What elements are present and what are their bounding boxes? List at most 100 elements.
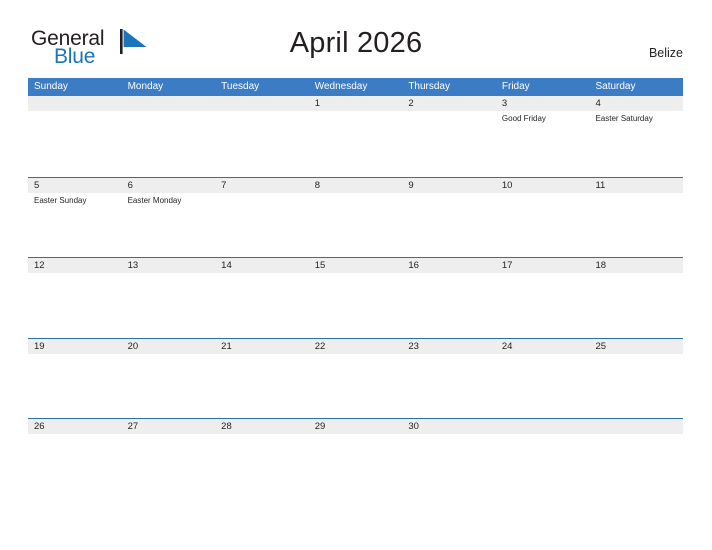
day-number: 20 — [127, 340, 139, 352]
calendar-week-cells: 5 Easter Sunday 6 Easter Monday 7 8 9 10 11 — [28, 178, 683, 258]
day-number: 4 — [595, 98, 601, 109]
day-number: 19 — [34, 340, 45, 352]
weekday-header-thursday: Thursday — [408, 81, 450, 92]
weekday-header-friday: Friday — [501, 81, 530, 92]
calendar-day-cell[interactable]: 13 — [122, 258, 216, 338]
day-events: Good Friday — [502, 111, 590, 124]
page-title: April 2026 — [289, 27, 423, 59]
calendar-day-cell[interactable]: 8 — [309, 178, 403, 258]
day-events — [502, 434, 590, 436]
calendar-day-cell[interactable]: 24 — [496, 339, 590, 419]
weekday-header-tuesday: Tuesday — [221, 81, 260, 92]
day-number: 18 — [595, 260, 607, 271]
page-header: General Blue April 2026 Belize — [0, 0, 712, 68]
calendar-week-cells: 12 13 14 15 16 17 18 — [28, 258, 683, 338]
day-number: 17 — [501, 260, 513, 271]
calendar-day-cell[interactable]: 2 — [402, 96, 496, 177]
day-number: 28 — [221, 421, 232, 432]
calendar-day-cell[interactable]: 26 — [28, 419, 122, 499]
day-events — [34, 111, 122, 113]
calendar-day-cell-empty — [122, 96, 216, 177]
day-number: 26 — [34, 421, 45, 432]
day-events — [315, 111, 403, 113]
calendar-day-cell[interactable]: 1 — [309, 96, 403, 177]
calendar-day-cell[interactable]: 7 — [215, 178, 309, 258]
calendar-day-cell[interactable]: 9 — [402, 178, 496, 258]
day-number: 6 — [127, 179, 133, 191]
calendar-week-row: 19 20 21 22 23 24 25 — [28, 337, 683, 419]
calendar-day-cell[interactable]: 15 — [309, 258, 403, 338]
day-number: 14 — [221, 260, 232, 271]
calendar-day-cell-empty — [496, 419, 590, 499]
calendar-day-cell[interactable]: 21 — [215, 339, 309, 419]
day-number: 30 — [408, 421, 419, 432]
calendar-day-cell[interactable]: 11 — [589, 178, 683, 258]
day-number: 23 — [408, 340, 419, 352]
calendar-day-cell[interactable]: 22 — [309, 339, 403, 419]
calendar-day-cell-empty — [215, 96, 309, 177]
weekday-header-monday: Monday — [127, 81, 164, 92]
calendar-day-cell[interactable]: 10 — [496, 178, 590, 258]
calendar-week-row: 12 13 14 15 16 17 18 — [28, 257, 683, 338]
weekday-header-saturday: Saturday — [595, 81, 636, 92]
day-events — [34, 354, 122, 356]
calendar-week-cells: 19 20 21 22 23 24 25 — [28, 339, 683, 419]
day-number: 5 — [34, 179, 40, 191]
calendar-day-cell[interactable]: 27 — [122, 419, 216, 499]
calendar-day-cell[interactable]: 18 — [589, 258, 683, 338]
day-number: 8 — [314, 179, 321, 191]
calendar-weeks: 1 2 3 Good Friday 4 Easter Saturday 5 Easter Su… — [28, 96, 683, 499]
calendar-day-cell[interactable]: 6 Easter Monday — [122, 178, 216, 258]
calendar-week-row: 1 2 3 Good Friday 4 Easter Saturday — [28, 96, 683, 177]
calendar-day-cell[interactable]: 16 — [402, 258, 496, 338]
day-number: 29 — [314, 421, 326, 432]
calendar-day-cell[interactable]: 14 — [215, 258, 309, 338]
holiday-label: Good Friday — [501, 114, 546, 123]
day-events — [315, 273, 403, 275]
calendar-day-cell[interactable]: 30 — [402, 419, 496, 499]
day-events — [128, 434, 216, 436]
day-number: 24 — [501, 340, 513, 352]
day-events — [408, 434, 496, 436]
day-events — [128, 111, 216, 113]
day-events — [595, 434, 683, 436]
day-events: Easter Sunday — [34, 193, 122, 206]
day-number: 15 — [314, 260, 326, 271]
day-number: 1 — [314, 98, 321, 109]
day-number: 12 — [34, 260, 45, 271]
day-events — [221, 273, 309, 275]
calendar-day-cell[interactable]: 25 — [589, 339, 683, 419]
holiday-label: Easter Sunday — [34, 195, 87, 205]
day-number: 13 — [127, 260, 139, 271]
day-number: 11 — [595, 179, 606, 191]
day-events — [408, 273, 496, 275]
calendar-week-row: 26 27 28 29 30 — [28, 418, 683, 499]
calendar-day-cell[interactable]: 19 — [28, 339, 122, 419]
calendar-day-cell[interactable]: 29 — [309, 419, 403, 499]
day-events — [408, 111, 496, 113]
day-events — [128, 273, 216, 275]
holiday-label: Easter Saturday — [595, 114, 653, 123]
day-events — [595, 193, 683, 195]
calendar-week-cells: 26 27 28 29 30 — [28, 419, 683, 499]
day-events — [502, 193, 590, 195]
calendar-day-cell[interactable]: 5 Easter Sunday — [28, 178, 122, 258]
calendar-day-cell[interactable]: 4 Easter Saturday — [589, 96, 683, 177]
day-events — [595, 273, 683, 275]
calendar-day-cell[interactable]: 17 — [496, 258, 590, 338]
calendar-day-cell[interactable]: 23 — [402, 339, 496, 419]
day-events — [502, 354, 590, 356]
day-events — [315, 193, 403, 195]
weekday-header-wednesday: Wednesday — [314, 81, 368, 92]
day-events — [34, 434, 122, 436]
day-number: 27 — [127, 421, 139, 432]
region-label: Belize — [648, 46, 683, 60]
calendar-day-cell[interactable]: 12 — [28, 258, 122, 338]
day-number: 3 — [501, 98, 508, 109]
calendar-day-cell[interactable]: 28 — [215, 419, 309, 499]
day-number: 21 — [221, 340, 232, 352]
calendar-day-cell[interactable]: 3 Good Friday — [496, 96, 590, 177]
calendar-day-cell[interactable]: 20 — [122, 339, 216, 419]
day-events — [221, 193, 309, 195]
day-events — [315, 434, 403, 436]
